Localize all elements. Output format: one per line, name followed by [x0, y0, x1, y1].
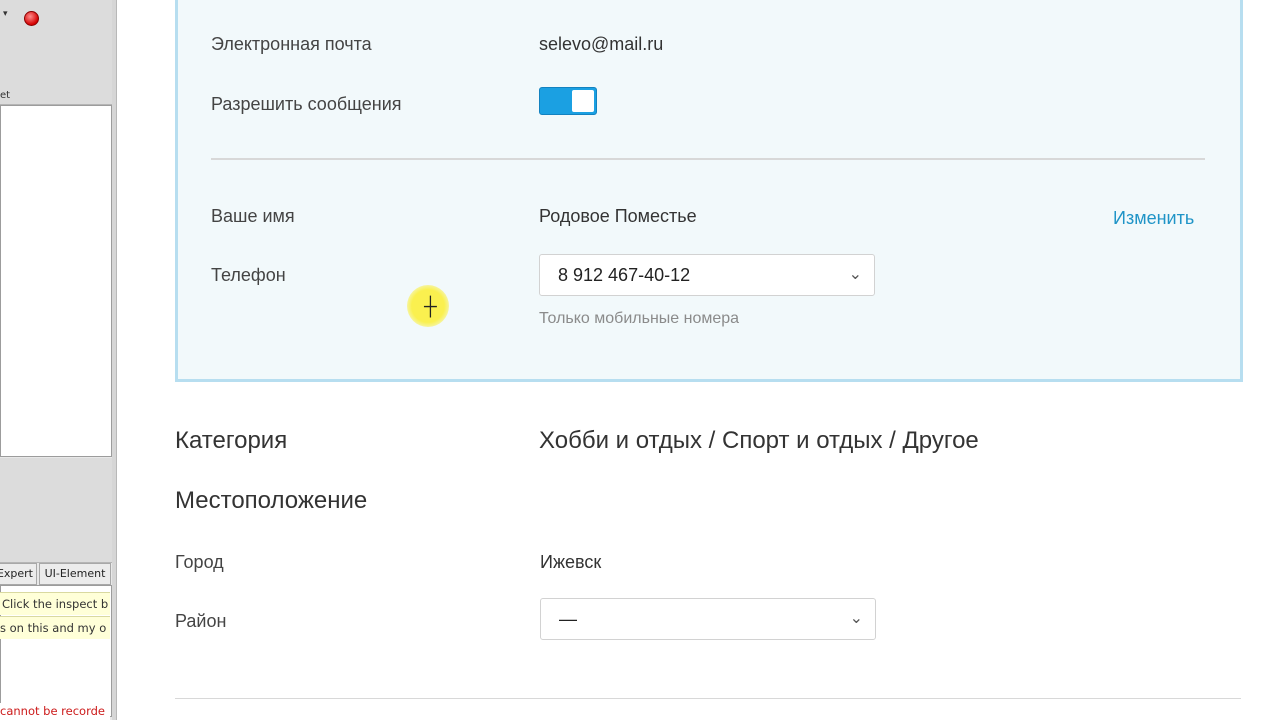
location-heading: Местоположение	[175, 487, 368, 514]
close-icon[interactable]	[24, 11, 39, 26]
hint-line-2: s on this and my o	[0, 616, 110, 639]
tab-expert[interactable]: Expert	[0, 563, 37, 585]
error-text: cannot be recorde	[0, 704, 105, 718]
tool-toolbar	[0, 34, 112, 57]
tab-expert-label: Expert	[0, 567, 33, 580]
dropdown-arrow-icon[interactable]: ▾	[3, 9, 8, 19]
hint-line-2-text: s on this and my o	[0, 621, 107, 635]
name-label: Ваше имя	[211, 206, 295, 226]
contact-info-box: Электронная почта selevo@mail.ru Разреши…	[175, 0, 1243, 382]
district-label: Район	[175, 611, 227, 631]
tool-titlebar: ▾	[0, 0, 112, 35]
change-name-link[interactable]: Изменить	[1113, 208, 1194, 229]
tool-splitter-1[interactable]	[0, 458, 112, 487]
category-value-link[interactable]: Хобби и отдых / Спорт и отдых / Другое	[539, 427, 979, 455]
hint-line-1: Click the inspect b	[0, 592, 110, 615]
chevron-down-icon: ⌄	[848, 266, 862, 283]
email-label: Электронная почта	[211, 34, 372, 54]
email-value: selevo@mail.ru	[539, 34, 664, 54]
tool-splitter-2[interactable]	[0, 486, 112, 511]
district-select[interactable]: — ⌄	[540, 598, 876, 640]
toggle-knob	[572, 90, 594, 112]
phone-hint: Только мобильные номера	[539, 310, 740, 327]
city-label: Город	[175, 552, 224, 572]
tab-ui-element-label: UI-Element	[44, 567, 106, 580]
section-divider	[211, 158, 1205, 160]
phone-select[interactable]: 8 912 467-40-12 ⌄	[539, 254, 875, 296]
category-label: Категория	[175, 427, 288, 454]
tab-ui-element[interactable]: UI-Element	[39, 563, 111, 585]
tool-splitter-3[interactable]	[0, 510, 112, 535]
main-content: Электронная почта selevo@mail.ru Разреши…	[117, 0, 1280, 720]
tool-tabbar	[0, 544, 112, 563]
phone-label: Телефон	[211, 265, 286, 285]
allow-messages-label: Разрешить сообщения	[211, 94, 402, 114]
cursor-icon: ┼	[424, 296, 437, 316]
chevron-down-icon: ⌄	[849, 610, 863, 627]
error-message: cannot be recorde	[0, 703, 110, 720]
phone-select-value: 8 912 467-40-12	[558, 265, 691, 285]
name-value: Родовое Поместье	[539, 206, 697, 226]
district-select-value: —	[559, 609, 577, 629]
tool-panel: ▾ et Expert UI-Element Click the inspect…	[0, 0, 113, 720]
bottom-divider	[175, 698, 1241, 699]
tree-view[interactable]	[0, 105, 112, 457]
hint-line-1-text: Click the inspect b	[2, 597, 109, 611]
tool-toolbar-2	[0, 56, 112, 89]
city-value: Ижевск	[540, 552, 602, 572]
column-header-label: et	[0, 90, 11, 101]
column-header[interactable]: et	[0, 88, 112, 105]
allow-messages-toggle[interactable]	[539, 87, 597, 115]
